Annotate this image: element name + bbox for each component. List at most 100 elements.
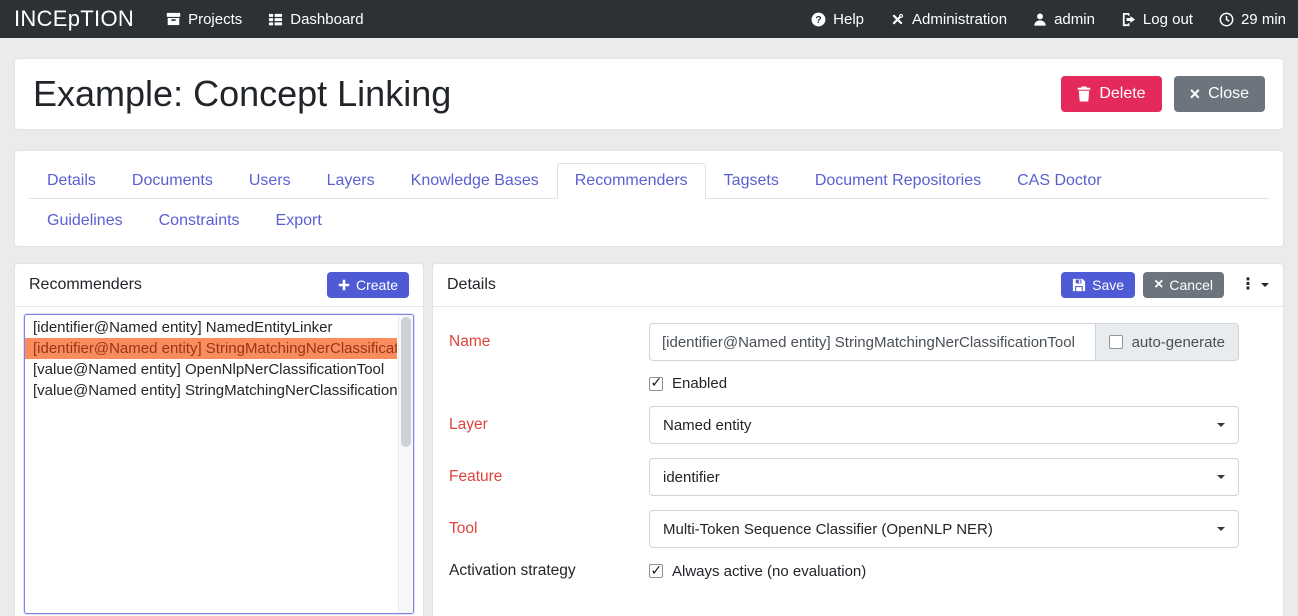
- plus-icon: [338, 279, 350, 291]
- app-window: INCEpTION Projects Dashboard ? Help: [0, 0, 1298, 616]
- nav-help[interactable]: ? Help: [811, 11, 864, 28]
- activation-strategy-label: Activation strategy: [449, 562, 649, 580]
- tool-label: Tool: [449, 520, 649, 538]
- nav-help-label: Help: [833, 11, 864, 28]
- recommenders-panel-header: Recommenders Create: [15, 264, 423, 307]
- feature-label: Feature: [449, 468, 649, 486]
- tab-row-2: Guidelines Constraints Export: [29, 199, 1269, 238]
- always-active-checkbox[interactable]: [649, 564, 663, 578]
- close-icon: ×: [1190, 87, 1201, 101]
- nav-projects[interactable]: Projects: [166, 11, 242, 28]
- layer-select[interactable]: Named entity: [649, 406, 1239, 444]
- page-title: Example: Concept Linking: [33, 73, 1061, 115]
- cancel-x-icon: ×: [1154, 278, 1163, 292]
- tab-details[interactable]: Details: [29, 163, 114, 199]
- list-item[interactable]: [identifier@Named entity] NamedEntityLin…: [25, 317, 397, 338]
- session-timer-label: 29 min: [1241, 11, 1286, 28]
- list-scrollbar-thumb[interactable]: [401, 317, 411, 447]
- tools-icon: [890, 12, 905, 27]
- save-button-label: Save: [1092, 277, 1124, 293]
- list-item[interactable]: [value@Named entity] StringMatchingNerCl…: [25, 380, 397, 401]
- recommenders-content: Recommenders Create [identifier@Named en…: [14, 263, 1284, 616]
- name-field: auto-generate: [649, 323, 1239, 361]
- nav-logout[interactable]: Log out: [1121, 11, 1193, 28]
- projects-icon: [166, 12, 181, 26]
- tab-recommenders[interactable]: Recommenders: [557, 163, 706, 199]
- vertical-ellipsis-icon: ⋮: [1240, 277, 1256, 293]
- recommender-list[interactable]: [identifier@Named entity] NamedEntityLin…: [24, 314, 414, 614]
- nav-user[interactable]: admin: [1033, 11, 1095, 28]
- activation-strategy-row: Activation strategy Always active (no ev…: [449, 562, 1239, 580]
- delete-button-label: Delete: [1099, 85, 1145, 103]
- name-row: Name auto-generate: [449, 323, 1239, 361]
- more-actions-menu[interactable]: ⋮: [1240, 277, 1269, 293]
- feature-field: identifier: [649, 458, 1239, 496]
- list-scrollbar[interactable]: [398, 315, 413, 613]
- name-input[interactable]: [649, 323, 1095, 361]
- list-item-selected[interactable]: [identifier@Named entity] StringMatching…: [25, 338, 397, 359]
- always-active-label: Always active (no evaluation): [672, 563, 866, 580]
- nav-dashboard-label: Dashboard: [290, 11, 363, 28]
- feature-select-value: identifier: [663, 469, 720, 486]
- tab-layers[interactable]: Layers: [309, 163, 393, 199]
- close-button[interactable]: × Close: [1174, 76, 1265, 112]
- auto-generate-addon: auto-generate: [1095, 323, 1239, 361]
- create-button-label: Create: [356, 277, 398, 293]
- layer-row: Layer Named entity: [449, 406, 1239, 444]
- tab-constraints[interactable]: Constraints: [141, 203, 258, 239]
- caret-down-icon: [1217, 475, 1225, 479]
- cancel-button-label: Cancel: [1169, 277, 1213, 293]
- tab-users[interactable]: Users: [231, 163, 309, 199]
- tab-cas-doctor[interactable]: CAS Doctor: [999, 163, 1119, 199]
- enabled-label: Enabled: [672, 375, 727, 392]
- enabled-row: Enabled: [449, 375, 1239, 392]
- tab-document-repositories[interactable]: Document Repositories: [797, 163, 999, 199]
- navbar-right-group: ? Help Administration admin: [785, 11, 1286, 28]
- tool-select-value: Multi-Token Sequence Classifier (OpenNLP…: [663, 521, 993, 538]
- nav-dashboard[interactable]: Dashboard: [268, 11, 363, 28]
- dashboard-icon: [268, 12, 283, 27]
- tab-documents[interactable]: Documents: [114, 163, 231, 199]
- enabled-checkbox[interactable]: [649, 377, 663, 391]
- save-button[interactable]: Save: [1061, 272, 1135, 298]
- floppy-save-icon: [1072, 278, 1086, 292]
- tool-select[interactable]: Multi-Token Sequence Classifier (OpenNLP…: [649, 510, 1239, 548]
- enabled-field: Enabled: [649, 375, 1239, 392]
- layer-field: Named entity: [649, 406, 1239, 444]
- nav-user-label: admin: [1054, 11, 1095, 28]
- feature-row: Feature identifier: [449, 458, 1239, 496]
- page-content: Example: Concept Linking Delete × Close …: [0, 58, 1298, 616]
- activation-strategy-field: Always active (no evaluation): [649, 563, 1239, 580]
- name-label: Name: [449, 333, 649, 351]
- close-button-label: Close: [1208, 85, 1249, 103]
- details-form: Name auto-generate: [433, 307, 1283, 594]
- delete-button[interactable]: Delete: [1061, 76, 1161, 112]
- clock-icon: [1219, 12, 1234, 27]
- feature-select[interactable]: identifier: [649, 458, 1239, 496]
- name-input-group: auto-generate: [649, 323, 1239, 361]
- tab-tagsets[interactable]: Tagsets: [706, 163, 797, 199]
- recommenders-panel-title: Recommenders: [29, 276, 327, 294]
- user-icon: [1033, 12, 1047, 27]
- caret-down-icon: [1217, 527, 1225, 531]
- help-icon: ?: [811, 12, 826, 27]
- list-item[interactable]: [value@Named entity] OpenNlpNerClassific…: [25, 359, 397, 380]
- recommenders-panel-body: [identifier@Named entity] NamedEntityLin…: [15, 307, 423, 616]
- create-button[interactable]: Create: [327, 272, 409, 298]
- caret-down-icon: [1217, 423, 1225, 427]
- tab-knowledge-bases[interactable]: Knowledge Bases: [393, 163, 557, 199]
- details-panel-title: Details: [447, 276, 1061, 294]
- layer-label: Layer: [449, 416, 649, 434]
- auto-generate-checkbox[interactable]: [1109, 335, 1123, 349]
- nav-administration[interactable]: Administration: [890, 11, 1007, 28]
- logout-icon: [1121, 12, 1136, 27]
- tab-guidelines[interactable]: Guidelines: [29, 203, 141, 239]
- cancel-button[interactable]: × Cancel: [1143, 272, 1224, 298]
- trash-icon: [1077, 86, 1091, 102]
- top-navbar: INCEpTION Projects Dashboard ? Help: [0, 0, 1298, 38]
- tab-export[interactable]: Export: [258, 203, 340, 239]
- app-brand[interactable]: INCEpTION: [14, 6, 134, 32]
- nav-projects-label: Projects: [188, 11, 242, 28]
- recommenders-panel: Recommenders Create [identifier@Named en…: [14, 263, 424, 616]
- layer-select-value: Named entity: [663, 417, 751, 434]
